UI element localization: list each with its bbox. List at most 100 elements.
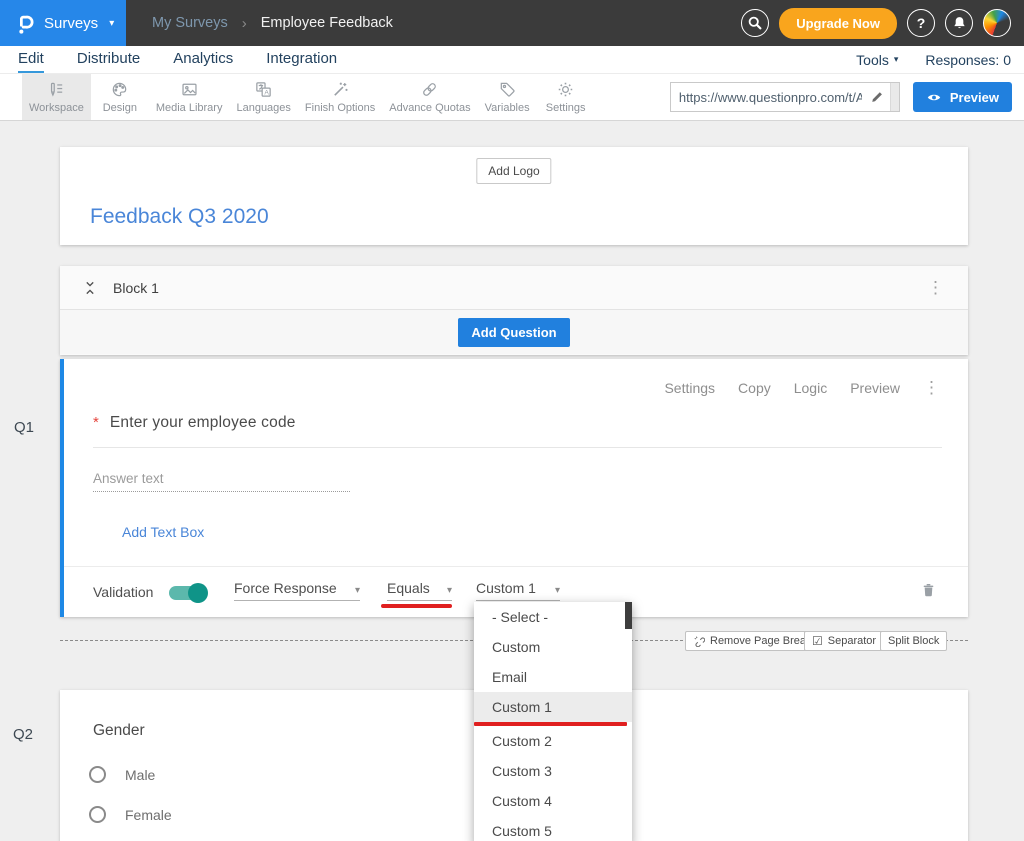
q2-gutter-label: Q2 xyxy=(13,726,33,743)
add-logo-button[interactable]: Add Logo xyxy=(476,158,551,184)
toolbar-item-label: Design xyxy=(103,102,137,114)
collapse-icon xyxy=(82,280,98,296)
dropdown-option-custom-1[interactable]: Custom 1 xyxy=(474,692,632,722)
dropdown-scrollbar-thumb[interactable] xyxy=(625,602,632,629)
radio-button[interactable] xyxy=(89,766,106,783)
pencil-icon xyxy=(870,90,884,104)
chevron-down-icon: ▾ xyxy=(447,585,452,596)
toolbar-item-settings[interactable]: Settings xyxy=(537,74,595,120)
radio-button[interactable] xyxy=(89,806,106,823)
q2-question-text[interactable]: Gender xyxy=(93,722,145,740)
gear-icon xyxy=(556,80,575,99)
tab-analytics[interactable]: Analytics xyxy=(173,46,233,73)
toolbar-item-media-library[interactable]: Media Library xyxy=(149,74,230,120)
toolbar-item-design[interactable]: Design xyxy=(91,74,149,120)
q1-answer-input[interactable] xyxy=(93,469,350,492)
dropdown-option-custom-4[interactable]: Custom 4 xyxy=(474,786,632,816)
delete-validation-button[interactable] xyxy=(920,581,937,604)
validation-toggle[interactable] xyxy=(169,586,206,600)
search-button[interactable] xyxy=(741,9,769,37)
block-card: Block 1 ⋮ Add Question xyxy=(60,266,968,355)
q1-gutter-label: Q1 xyxy=(14,419,34,436)
add-text-box-link[interactable]: Add Text Box xyxy=(122,524,204,540)
responses-count: Responses: 0 xyxy=(925,52,1011,68)
eye-icon xyxy=(926,92,942,103)
toolbar-item-label: Workspace xyxy=(29,102,84,114)
q1-menu-button[interactable]: ⋮ xyxy=(923,379,940,396)
validation-type-select[interactable]: Custom 1 ▾ xyxy=(476,580,560,601)
add-question-button[interactable]: Add Question xyxy=(458,318,569,347)
survey-title[interactable]: Feedback Q3 2020 xyxy=(90,205,269,229)
upgrade-now-button[interactable]: Upgrade Now xyxy=(779,8,897,39)
checkbox-checked-icon: ☑ xyxy=(812,634,823,648)
questionpro-logo xyxy=(15,11,35,36)
q1-question-text[interactable]: Enter your employee code xyxy=(110,414,296,432)
validation-label: Validation xyxy=(93,584,153,600)
split-block-button[interactable]: Split Block xyxy=(880,631,947,651)
question-mark-icon: ? xyxy=(917,15,926,31)
toolbar-item-workspace[interactable]: Workspace xyxy=(22,74,91,120)
radio-label: Female xyxy=(125,807,172,823)
chevron-down-icon: ▾ xyxy=(555,585,560,596)
required-asterisk: * xyxy=(93,414,99,431)
separator-button[interactable]: ☑ Separator xyxy=(804,631,884,651)
palette-icon xyxy=(110,80,129,99)
unlink-icon xyxy=(693,635,705,647)
toolbar-item-label: Advance Quotas xyxy=(389,102,470,114)
split-block-label: Split Block xyxy=(888,635,939,647)
help-button[interactable]: ? xyxy=(907,9,935,37)
force-response-select[interactable]: Force Response ▾ xyxy=(234,580,360,601)
tab-integration[interactable]: Integration xyxy=(266,46,337,73)
collapse-block-button[interactable] xyxy=(82,280,98,296)
dropdown-option-custom[interactable]: Custom xyxy=(474,632,632,662)
trash-icon xyxy=(920,581,937,599)
breadcrumb-separator-icon: › xyxy=(242,15,247,32)
toolbar-item-label: Settings xyxy=(546,102,586,114)
force-response-value: Force Response xyxy=(234,580,337,596)
remove-page-break-button[interactable]: Remove Page Break xyxy=(685,631,820,651)
editor-toolbar: Workspace Design Media Library A xyxy=(0,74,1024,121)
toolbar-item-label: Variables xyxy=(485,102,530,114)
q1-settings-link[interactable]: Settings xyxy=(664,380,715,396)
edit-url-button[interactable] xyxy=(864,83,890,111)
dropdown-option-custom-3[interactable]: Custom 3 xyxy=(474,756,632,786)
toolbar-item-finish-options[interactable]: Finish Options xyxy=(298,74,382,120)
toolbar-right: Preview xyxy=(670,74,1024,120)
operator-select[interactable]: Equals ▾ xyxy=(387,580,452,601)
brand-label: Surveys xyxy=(44,15,98,32)
nav-right: Tools ▾ Responses: 0 xyxy=(856,46,1024,73)
validation-type-dropdown: - Select - Custom Email Custom 1 Custom … xyxy=(474,602,632,841)
user-avatar[interactable] xyxy=(983,9,1011,37)
svg-text:A: A xyxy=(265,89,270,96)
q1-preview-link[interactable]: Preview xyxy=(850,380,900,396)
dropdown-option-custom-2[interactable]: Custom 2 xyxy=(474,726,632,756)
q1-question-card: Settings Copy Logic Preview ⋮ * Enter yo… xyxy=(60,359,968,617)
tab-distribute[interactable]: Distribute xyxy=(77,46,140,73)
search-icon xyxy=(746,14,764,32)
survey-url-input[interactable] xyxy=(671,90,864,105)
block-title[interactable]: Block 1 xyxy=(113,280,159,296)
q1-text-row: * Enter your employee code xyxy=(93,414,942,448)
tab-edit[interactable]: Edit xyxy=(18,46,44,73)
chain-icon xyxy=(420,80,439,99)
notifications-button[interactable] xyxy=(945,9,973,37)
toolbar-item-languages[interactable]: A Languages xyxy=(229,74,297,120)
q2-option-female[interactable]: Female xyxy=(89,806,172,823)
dropdown-option-custom-5[interactable]: Custom 5 xyxy=(474,816,632,841)
q1-logic-link[interactable]: Logic xyxy=(794,380,827,396)
q2-option-male[interactable]: Male xyxy=(89,766,155,783)
survey-editor-screen: Surveys ▾ My Surveys › Employee Feedback… xyxy=(0,0,1024,841)
block-menu-button[interactable]: ⋮ xyxy=(927,279,944,296)
dropdown-option-select[interactable]: - Select - xyxy=(474,602,632,632)
chevron-down-icon: ▾ xyxy=(894,54,899,65)
product-switcher[interactable]: Surveys ▾ xyxy=(0,0,126,46)
q1-copy-link[interactable]: Copy xyxy=(738,380,771,396)
toolbar-item-variables[interactable]: Variables xyxy=(478,74,537,120)
tools-menu[interactable]: Tools ▾ xyxy=(856,52,898,68)
preview-button[interactable]: Preview xyxy=(913,82,1012,112)
dropdown-option-email[interactable]: Email xyxy=(474,662,632,692)
breadcrumb-my-surveys[interactable]: My Surveys xyxy=(152,15,228,31)
chevron-down-icon: ▾ xyxy=(355,585,360,596)
topbar-actions: Upgrade Now ? xyxy=(741,8,1024,39)
toolbar-item-advance-quotas[interactable]: Advance Quotas xyxy=(382,74,477,120)
